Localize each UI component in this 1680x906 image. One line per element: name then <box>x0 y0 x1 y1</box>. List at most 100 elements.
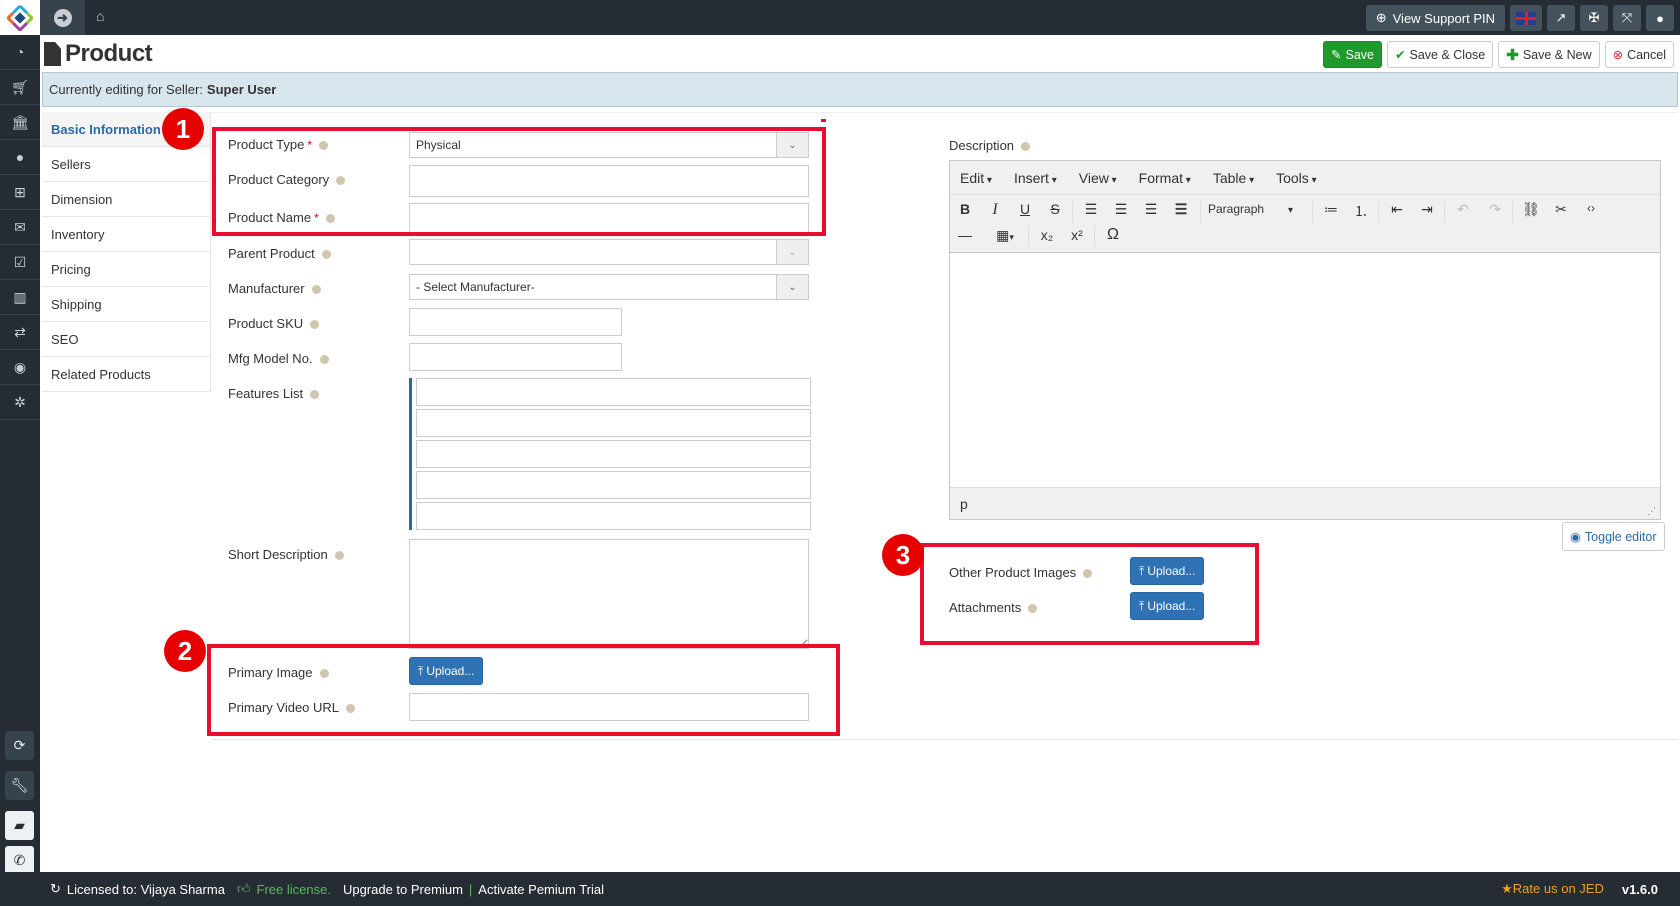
link-icon[interactable]: ⛓ <box>1520 201 1542 218</box>
menu-table[interactable]: Table <box>1213 170 1254 186</box>
app-logo[interactable] <box>0 0 40 35</box>
bullet-list-icon[interactable]: ≔ <box>1320 201 1342 218</box>
toggle-menu-button[interactable]: ➜ <box>40 0 85 35</box>
docs-button[interactable]: ▰ <box>5 811 34 840</box>
feature-input[interactable] <box>416 440 811 468</box>
short-description-textarea[interactable] <box>409 539 809 649</box>
feature-input[interactable] <box>416 409 811 437</box>
home-icon[interactable]: ⌂ <box>96 8 104 24</box>
save-button[interactable]: ✎ Save <box>1323 41 1383 68</box>
rate-link[interactable]: ★Rate us on JED <box>1501 881 1604 897</box>
menu-tools[interactable]: Tools <box>1276 170 1317 186</box>
info-icon[interactable] <box>1021 142 1031 151</box>
tab-pricing[interactable]: Pricing <box>42 252 210 287</box>
superscript-icon[interactable]: x² <box>1066 227 1088 243</box>
feature-input[interactable] <box>416 378 811 406</box>
menu-format[interactable]: Format <box>1139 170 1191 186</box>
strikethrough-icon[interactable]: S <box>1044 201 1066 217</box>
horizontal-rule-icon[interactable]: — <box>954 227 976 243</box>
element-path[interactable]: p <box>960 496 968 512</box>
edit-icon: ✎ <box>1331 48 1342 62</box>
tab-inventory[interactable]: Inventory <box>42 217 210 252</box>
tools-button[interactable]: 🔧︎ <box>5 771 34 800</box>
tab-sellers[interactable]: Sellers <box>42 147 210 182</box>
sidebar-users[interactable]: ● <box>0 140 40 175</box>
save-new-button[interactable]: ✚ Save & New <box>1498 41 1600 68</box>
info-icon[interactable] <box>334 551 344 560</box>
underline-icon[interactable]: U <box>1014 201 1036 217</box>
feature-input[interactable] <box>416 502 811 530</box>
sidebar-settings[interactable]: ✲ <box>0 385 40 420</box>
info-icon[interactable] <box>310 390 320 399</box>
language-button[interactable] <box>1510 5 1542 31</box>
outdent-icon[interactable]: ⇤ <box>1386 201 1408 218</box>
info-icon[interactable] <box>310 320 320 329</box>
sidebar-orders[interactable]: 🛒︎ <box>0 70 40 105</box>
annotation-marker-3: 3 <box>882 534 924 576</box>
sidebar-categories[interactable]: ⊞ <box>0 175 40 210</box>
parent-product-select[interactable]: ⌄ <box>409 239 809 265</box>
align-justify-icon[interactable]: ☰ <box>1170 201 1192 218</box>
table-icon[interactable]: ▦▾ <box>988 227 1022 244</box>
seller-banner: Currently editing for Seller: Super User <box>42 72 1678 107</box>
editor-content-area[interactable] <box>950 253 1660 487</box>
save-close-button[interactable]: ✔ Save & Close <box>1387 41 1494 68</box>
align-center-icon[interactable]: ☰ <box>1110 201 1132 218</box>
user-menu-button[interactable]: ● <box>1646 5 1674 31</box>
sidebar-messages[interactable]: ✉ <box>0 210 40 245</box>
short-description-label: Short Description <box>228 547 344 562</box>
exchange-icon: ⇄ <box>14 323 26 340</box>
sidebar-tasks[interactable]: ☑ <box>0 245 40 280</box>
activate-trial-link[interactable]: Activate Pemium Trial <box>478 882 604 897</box>
external-link-icon: ↗ <box>1555 10 1567 25</box>
indent-icon[interactable]: ⇥ <box>1416 201 1438 218</box>
joomla-button[interactable]: ✠ <box>1580 5 1608 31</box>
uk-flag-icon <box>1516 11 1536 25</box>
tab-seo[interactable]: SEO <box>42 322 210 357</box>
resize-handle-icon[interactable]: ⋰ <box>1647 506 1656 517</box>
sidebar-payments[interactable]: 🏛︎ <box>0 105 40 140</box>
support-button[interactable]: ✆ <box>5 846 34 875</box>
menu-insert[interactable]: Insert <box>1014 170 1057 186</box>
info-icon[interactable] <box>319 355 329 364</box>
undo-icon[interactable]: ↶ <box>1452 201 1474 218</box>
menu-view[interactable]: View <box>1079 170 1117 186</box>
upgrade-link[interactable]: Upgrade to Premium <box>343 882 463 897</box>
bold-icon[interactable]: B <box>954 201 976 217</box>
unlink-icon[interactable]: ✂ <box>1550 201 1572 218</box>
info-icon[interactable] <box>321 250 331 259</box>
sidebar-transactions[interactable]: ⇄ <box>0 315 40 350</box>
tab-dimension[interactable]: Dimension <box>42 182 210 217</box>
tab-shipping[interactable]: Shipping <box>42 287 210 322</box>
special-character-icon[interactable]: Ω <box>1102 226 1124 244</box>
annotation-mark <box>821 119 826 122</box>
menu-edit[interactable]: Edit <box>960 170 992 186</box>
sidebar-locations[interactable]: ◉ <box>0 350 40 385</box>
logo-icon <box>7 4 33 31</box>
mfg-model-input[interactable] <box>409 343 622 371</box>
refresh-button[interactable]: ⟳ <box>5 731 34 760</box>
code-icon[interactable]: ‹› <box>1580 201 1602 215</box>
cancel-button[interactable]: ⊗ Cancel <box>1604 41 1674 68</box>
form-tabs: Basic Information Sellers Dimension Inve… <box>42 112 211 392</box>
sidebar-dashboard[interactable]: ◔ <box>0 35 40 70</box>
fullscreen-button[interactable]: ⤧ <box>1613 5 1641 31</box>
toolbar-separator <box>1312 201 1313 223</box>
feature-input[interactable] <box>416 471 811 499</box>
product-sku-input[interactable] <box>409 308 622 336</box>
tab-related-products[interactable]: Related Products <box>42 357 210 392</box>
view-support-pin-button[interactable]: ⊕ View Support PIN <box>1365 5 1505 31</box>
numbered-list-icon[interactable]: ⒈ <box>1350 201 1372 221</box>
align-left-icon[interactable]: ☰ <box>1080 201 1102 218</box>
manufacturer-select[interactable]: - Select Manufacturer- ⌄ <box>409 274 809 300</box>
external-link-button[interactable]: ↗ <box>1547 5 1575 31</box>
italic-icon[interactable]: I <box>984 201 1006 219</box>
toggle-editor-button[interactable]: ◉ Toggle editor <box>1562 522 1665 551</box>
subscript-icon[interactable]: x₂ <box>1036 227 1058 243</box>
banner-prefix: Currently editing for Seller: <box>49 82 203 97</box>
redo-icon[interactable]: ↷ <box>1484 201 1506 218</box>
info-icon[interactable] <box>311 285 321 294</box>
sidebar-reports[interactable]: ▥ <box>0 280 40 315</box>
align-right-icon[interactable]: ☰ <box>1140 201 1162 218</box>
format-select[interactable]: Paragraph ▾ <box>1208 202 1298 216</box>
